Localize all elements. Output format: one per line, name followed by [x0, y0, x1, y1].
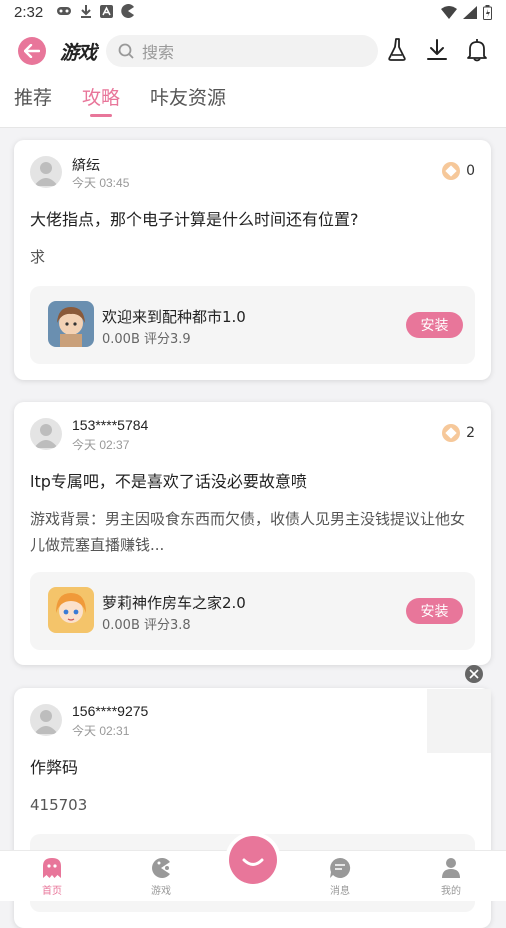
wifi-icon — [441, 6, 457, 19]
content-tabs: 推荐 攻略 咔友资源 — [14, 83, 226, 117]
nav-profile[interactable]: 我的 — [421, 857, 481, 897]
coin-reward[interactable]: 0 — [442, 162, 475, 180]
message-icon — [330, 857, 351, 878]
arrow-left-icon — [24, 44, 40, 58]
install-button[interactable]: 安装 — [406, 312, 463, 338]
nav-games-label: 游戏 — [151, 886, 171, 897]
coin-count: 2 — [466, 425, 475, 441]
nav-home-label: 首页 — [42, 886, 62, 897]
username[interactable]: 153****5784 — [72, 417, 148, 433]
tab-guides[interactable]: 攻略 — [82, 83, 120, 117]
notification-button[interactable] — [464, 37, 490, 63]
battery-icon — [483, 5, 492, 20]
nav-messages-label: 消息 — [330, 886, 350, 897]
broom-icon — [388, 38, 406, 61]
default-user-icon — [34, 710, 58, 734]
post-time: 今天 03:45 — [72, 176, 130, 190]
signal-icon — [463, 6, 477, 19]
floating-ad[interactable] — [427, 689, 491, 753]
ad-close-button[interactable] — [465, 665, 483, 683]
search-input[interactable]: 搜索 — [106, 35, 378, 67]
post-card[interactable]: 153****5784 今天 02:37 2 ltp专属吧，不是喜欢了话没必要故… — [14, 402, 491, 665]
status-notification-icons — [56, 4, 135, 18]
post-body: 415703 — [30, 796, 88, 814]
close-icon — [469, 669, 479, 679]
download-icon — [81, 5, 91, 18]
coin-count: 0 — [466, 163, 475, 179]
download-icon — [427, 39, 447, 60]
tab-community-resources[interactable]: 咔友资源 — [150, 83, 226, 117]
nav-home[interactable]: 首页 — [22, 857, 82, 897]
back-button[interactable] — [18, 37, 46, 65]
header-actions — [384, 37, 490, 63]
nav-games[interactable]: 游戏 — [131, 857, 191, 897]
post-title: 大佬指点，那个电子计算是什么时间还有位置? — [30, 210, 359, 229]
game-card[interactable]: 欢迎来到配种都市1.0 0.00B 评分3.9 安装 — [30, 286, 475, 364]
user-icon — [442, 858, 460, 878]
pacman-icon — [152, 858, 170, 878]
status-system-icons — [441, 5, 492, 20]
tab-recommended[interactable]: 推荐 — [14, 83, 52, 117]
download-button[interactable] — [424, 37, 450, 63]
game-meta: 0.00B 评分3.8 — [102, 618, 191, 633]
game-thumbnail-icon — [48, 587, 94, 633]
center-action-button[interactable] — [225, 832, 281, 888]
status-time: 2:32 — [14, 4, 44, 21]
pacman-icon — [121, 4, 134, 18]
post-time: 今天 02:37 — [72, 438, 130, 452]
nav-profile-label: 我的 — [441, 886, 461, 897]
default-user-icon — [34, 162, 58, 186]
avatar[interactable] — [30, 418, 62, 450]
post-card[interactable]: 緕纭 今天 03:45 0 大佬指点，那个电子计算是什么时间还有位置? 求 欢迎… — [14, 140, 491, 380]
username[interactable]: 緕纭 — [72, 155, 100, 175]
install-button[interactable]: 安装 — [406, 598, 463, 624]
post-title: ltp专属吧，不是喜欢了话没必要故意喷 — [30, 472, 307, 491]
default-user-icon — [34, 424, 58, 448]
post-body: 游戏背景：男主因吸食东西而欠债，收债人见男主没钱提议让他女儿做荒塞直播赚钱... — [30, 510, 466, 554]
game-thumbnail-icon — [48, 301, 94, 347]
username[interactable]: 156****9275 — [72, 703, 148, 719]
game-name: 欢迎来到配种都市1.0 — [102, 308, 246, 326]
smile-icon — [242, 858, 264, 866]
search-icon — [118, 43, 134, 59]
app-logo: 游戏 — [60, 42, 97, 64]
app-header: 游戏 搜索 推荐 攻略 咔友资源 — [0, 26, 506, 128]
coin-icon — [442, 424, 461, 442]
avatar[interactable] — [30, 704, 62, 736]
status-bar: 2:32 — [0, 0, 506, 26]
post-time: 今天 02:31 — [72, 724, 130, 738]
bell-icon — [467, 39, 487, 62]
nav-messages[interactable]: 消息 — [310, 857, 370, 897]
game-controller-icon — [57, 7, 71, 15]
post-title: 作弊码 — [30, 758, 79, 777]
game-meta: 0.00B 评分3.9 — [102, 332, 191, 347]
coin-icon — [442, 162, 461, 180]
post-body: 求 — [30, 248, 46, 266]
app-a-icon — [100, 4, 113, 18]
ghost-home-icon — [43, 858, 61, 878]
search-placeholder: 搜索 — [142, 43, 175, 62]
game-card[interactable]: 萝莉神作房车之家2.0 0.00B 评分3.8 安装 — [30, 572, 475, 650]
broom-button[interactable] — [384, 37, 410, 63]
coin-reward[interactable]: 2 — [442, 424, 475, 442]
avatar[interactable] — [30, 156, 62, 188]
game-name: 萝莉神作房车之家2.0 — [102, 594, 246, 612]
